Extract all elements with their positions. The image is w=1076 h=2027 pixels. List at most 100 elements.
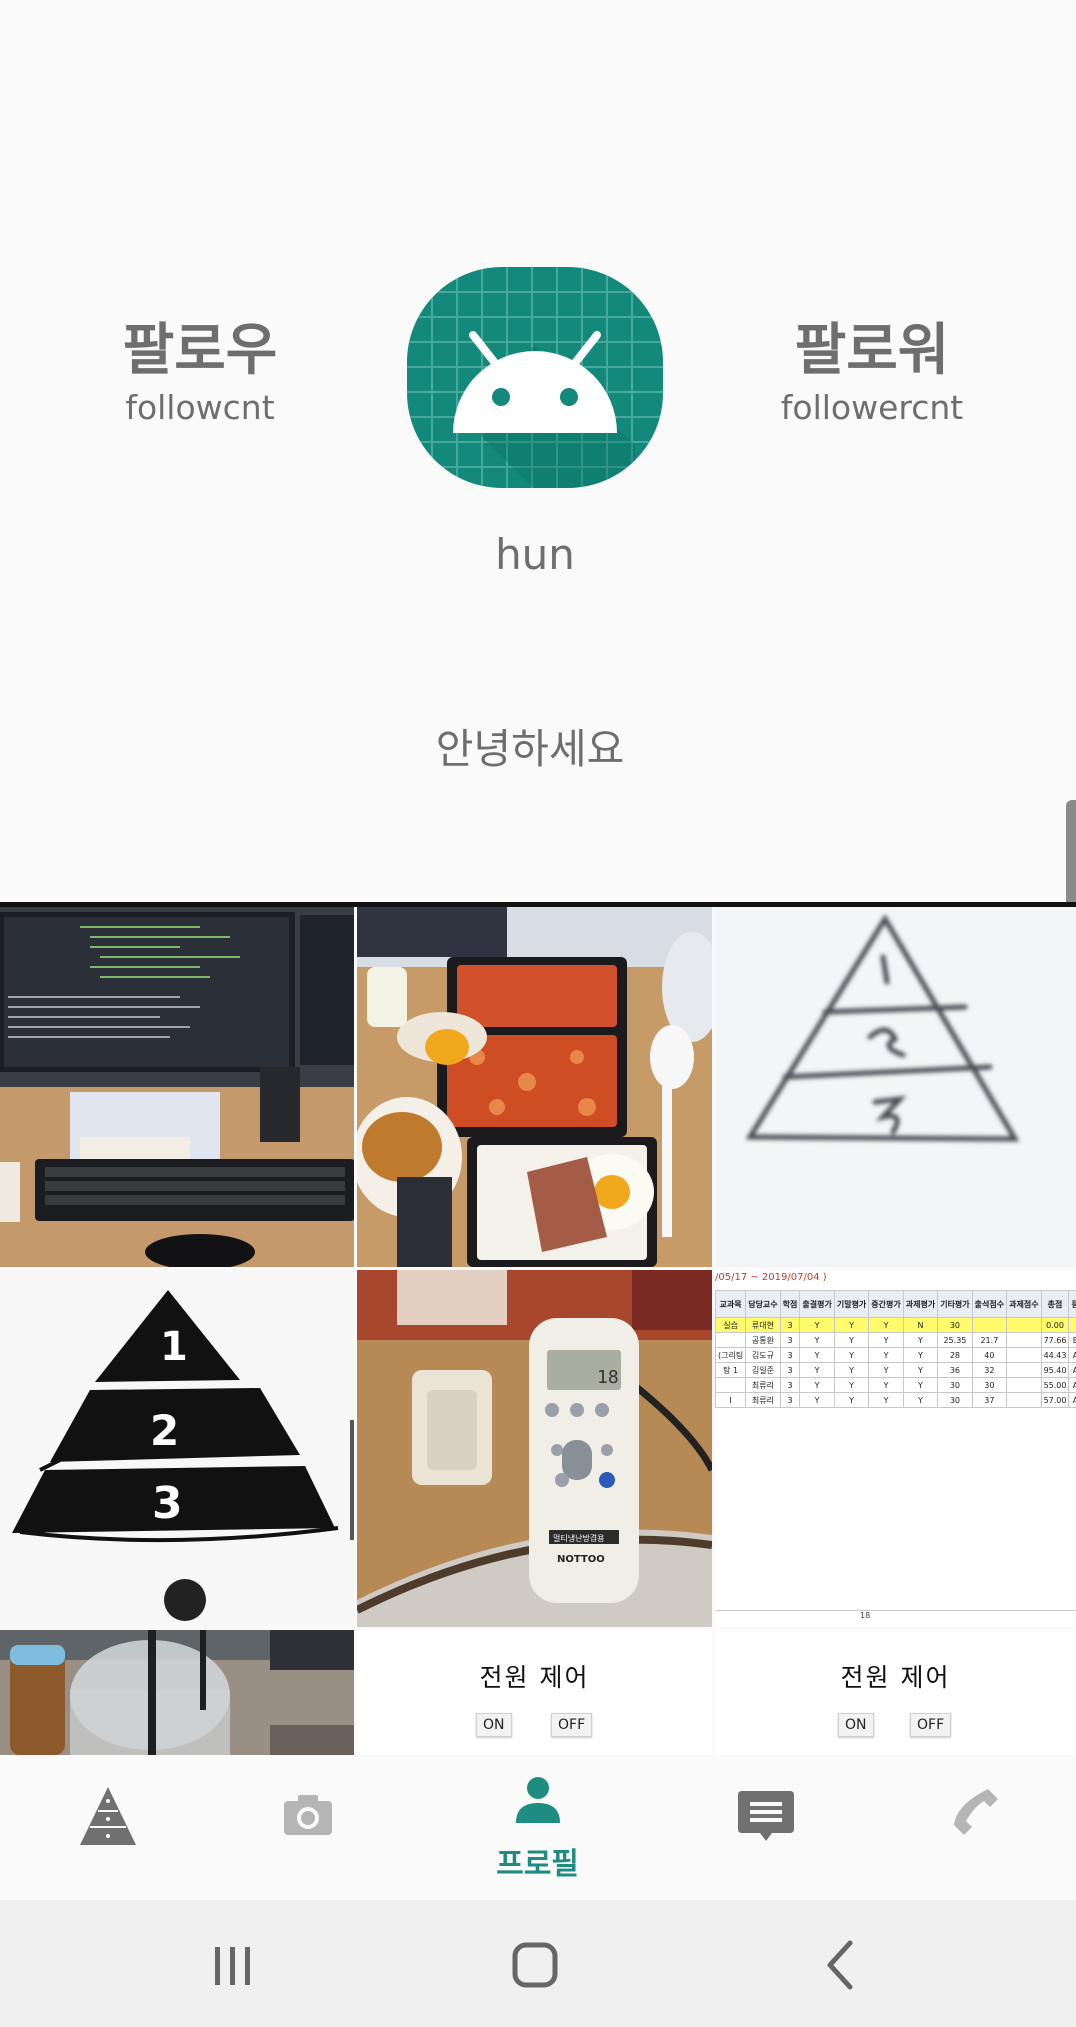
table-cell: 32: [971, 1362, 1008, 1378]
table-cell: Y: [868, 1392, 904, 1408]
table-cell: 95.40: [1040, 1362, 1070, 1378]
avatar[interactable]: [405, 265, 665, 490]
table-cell: 44.43: [1040, 1347, 1070, 1363]
table-cell: 77.66: [1040, 1332, 1070, 1348]
table-cell: A+: [1068, 1377, 1076, 1393]
table-cell: 3: [779, 1362, 801, 1378]
power-control-title: 전원 제어: [479, 1663, 590, 1692]
nav-label-profile: 프로필: [496, 1847, 579, 1882]
table-cell: [971, 1317, 1008, 1333]
table-cell: Y: [902, 1362, 939, 1378]
chat-icon: [737, 1791, 794, 1841]
table-cell: 3: [779, 1347, 801, 1363]
recent-apps-icon[interactable]: [192, 1925, 272, 2005]
table-cell: I: [715, 1392, 747, 1408]
grade-table: 교과목 담당교수 학점 출결평가 기말평가 중간평가 과제평가 기타평가 출석점수 과제점…: [715, 1290, 1076, 1408]
follower-stat[interactable]: 팔로워 followercnt: [742, 318, 1002, 428]
table-cell: [1006, 1332, 1042, 1348]
table-cell: 3: [779, 1332, 801, 1348]
nav-item-phone[interactable]: [866, 1755, 1076, 1900]
table-cell: (그리팅: [715, 1347, 747, 1363]
profile-header: 팔로우 followcnt 팔로워 followercnt hun 안녕하세요: [0, 0, 1076, 902]
android-avatar-icon: [407, 267, 663, 488]
pyramid-number-3: 3: [152, 1478, 183, 1529]
nav-item-profile[interactable]: 프로필: [430, 1755, 645, 1900]
power-off-button[interactable]: OFF: [910, 1713, 952, 1737]
table-row: 실습 류대현 3 Y Y Y N 30 0.00: [715, 1317, 1076, 1333]
nav-item-chat[interactable]: [658, 1755, 873, 1900]
follower-count: followercnt: [780, 388, 964, 427]
bottom-navigation: 프로필: [0, 1755, 1076, 1900]
power-off-button[interactable]: OFF: [551, 1713, 593, 1737]
home-icon[interactable]: [495, 1925, 575, 2005]
remote-brand: NOTTOO: [557, 1554, 605, 1565]
table-cell: Y: [833, 1377, 870, 1393]
table-cell: 30: [937, 1317, 973, 1333]
power-on-button[interactable]: ON: [476, 1713, 512, 1737]
pyramid-drawing-photo: 1 2 3: [0, 1270, 354, 1627]
table-cell: Y: [799, 1377, 835, 1393]
table-header-cell: 등급: [1068, 1290, 1076, 1318]
table-cell: Y: [833, 1362, 870, 1378]
table-cell: Y: [833, 1317, 870, 1333]
table-header-cell: 담당교수: [745, 1290, 781, 1318]
table-cell: 류대현: [745, 1317, 781, 1333]
camera-icon: [283, 1795, 332, 1835]
table-header-cell: 중간평가: [868, 1290, 904, 1318]
follow-stat[interactable]: 팔로우 followcnt: [70, 318, 330, 428]
grid-tile-drink[interactable]: [0, 1630, 354, 1755]
grid-tile-lunch[interactable]: [357, 907, 712, 1267]
table-header-cell: 기타평가: [937, 1290, 973, 1318]
username: hun: [495, 530, 575, 579]
table-header-cell: 기말평가: [833, 1290, 870, 1318]
table-cell: A+: [1068, 1347, 1076, 1363]
table-cell: 57.00: [1040, 1392, 1070, 1408]
power-control-2: 전원 제어 ON OFF: [715, 1630, 1076, 1755]
table-header-cell: 과제점수: [1006, 1290, 1042, 1318]
table-cell: 공통환: [745, 1332, 781, 1348]
remote-label: 멀티냉난방겸용: [553, 1533, 605, 1543]
table-cell: N: [902, 1317, 939, 1333]
table-cell: 최류리: [745, 1392, 781, 1408]
table-cell: Y: [868, 1362, 904, 1378]
nav-item-pyramid[interactable]: [0, 1755, 215, 1900]
table-cell: 최류리: [745, 1377, 781, 1393]
power-on-button[interactable]: ON: [838, 1713, 874, 1737]
table-header-cell: 출석점수: [971, 1290, 1008, 1318]
grid-tile-grades[interactable]: /05/17 ~ 2019/07/04 ) 교과목 담당교수 학점 출결평가 기말평…: [715, 1270, 1076, 1627]
table-cell: 55.00: [1040, 1377, 1070, 1393]
lunchbox-food-photo: [357, 907, 712, 1267]
table-cell: A+: [1068, 1392, 1076, 1408]
nav-item-camera[interactable]: [200, 1755, 415, 1900]
table-cell: 탕 1: [715, 1362, 747, 1378]
grid-tile-pyramid[interactable]: 1 2 3: [0, 1270, 354, 1627]
table-cell: Y: [868, 1347, 904, 1363]
back-icon[interactable]: [800, 1925, 880, 2005]
table-cell: Y: [833, 1347, 870, 1363]
table-cell: Y: [833, 1392, 870, 1408]
table-cell: 30: [937, 1392, 973, 1408]
grid-tile-sketch[interactable]: [715, 907, 1076, 1267]
table-cell: [715, 1332, 747, 1348]
table-header-cell: 과제평가: [902, 1290, 939, 1318]
table-cell: Y: [799, 1332, 835, 1348]
follow-label: 팔로우: [122, 318, 278, 383]
drink-cup-photo: [0, 1630, 354, 1755]
grid-tile-desk[interactable]: [0, 907, 354, 1267]
table-cell: 40: [971, 1347, 1008, 1363]
table-cell: 실습: [715, 1317, 747, 1333]
pyramid-sketch-blurry-photo: [715, 907, 1076, 1267]
table-cell: [1006, 1392, 1042, 1408]
table-cell: Y: [902, 1377, 939, 1393]
phone-icon: [953, 1789, 998, 1835]
table-cell: 30: [971, 1377, 1008, 1393]
table-cell: 김일준: [745, 1362, 781, 1378]
table-cell: 0.00: [1040, 1317, 1070, 1333]
grade-footer-value: 18: [860, 1611, 871, 1620]
table-cell: Y: [868, 1332, 904, 1348]
table-cell: Y: [902, 1347, 939, 1363]
table-cell: 3: [779, 1377, 801, 1393]
pyramid-number-2: 2: [150, 1406, 179, 1455]
grid-tile-remote[interactable]: 18 멀티냉난방겸용 NOTTOO: [357, 1270, 712, 1627]
table-cell: [1006, 1362, 1042, 1378]
